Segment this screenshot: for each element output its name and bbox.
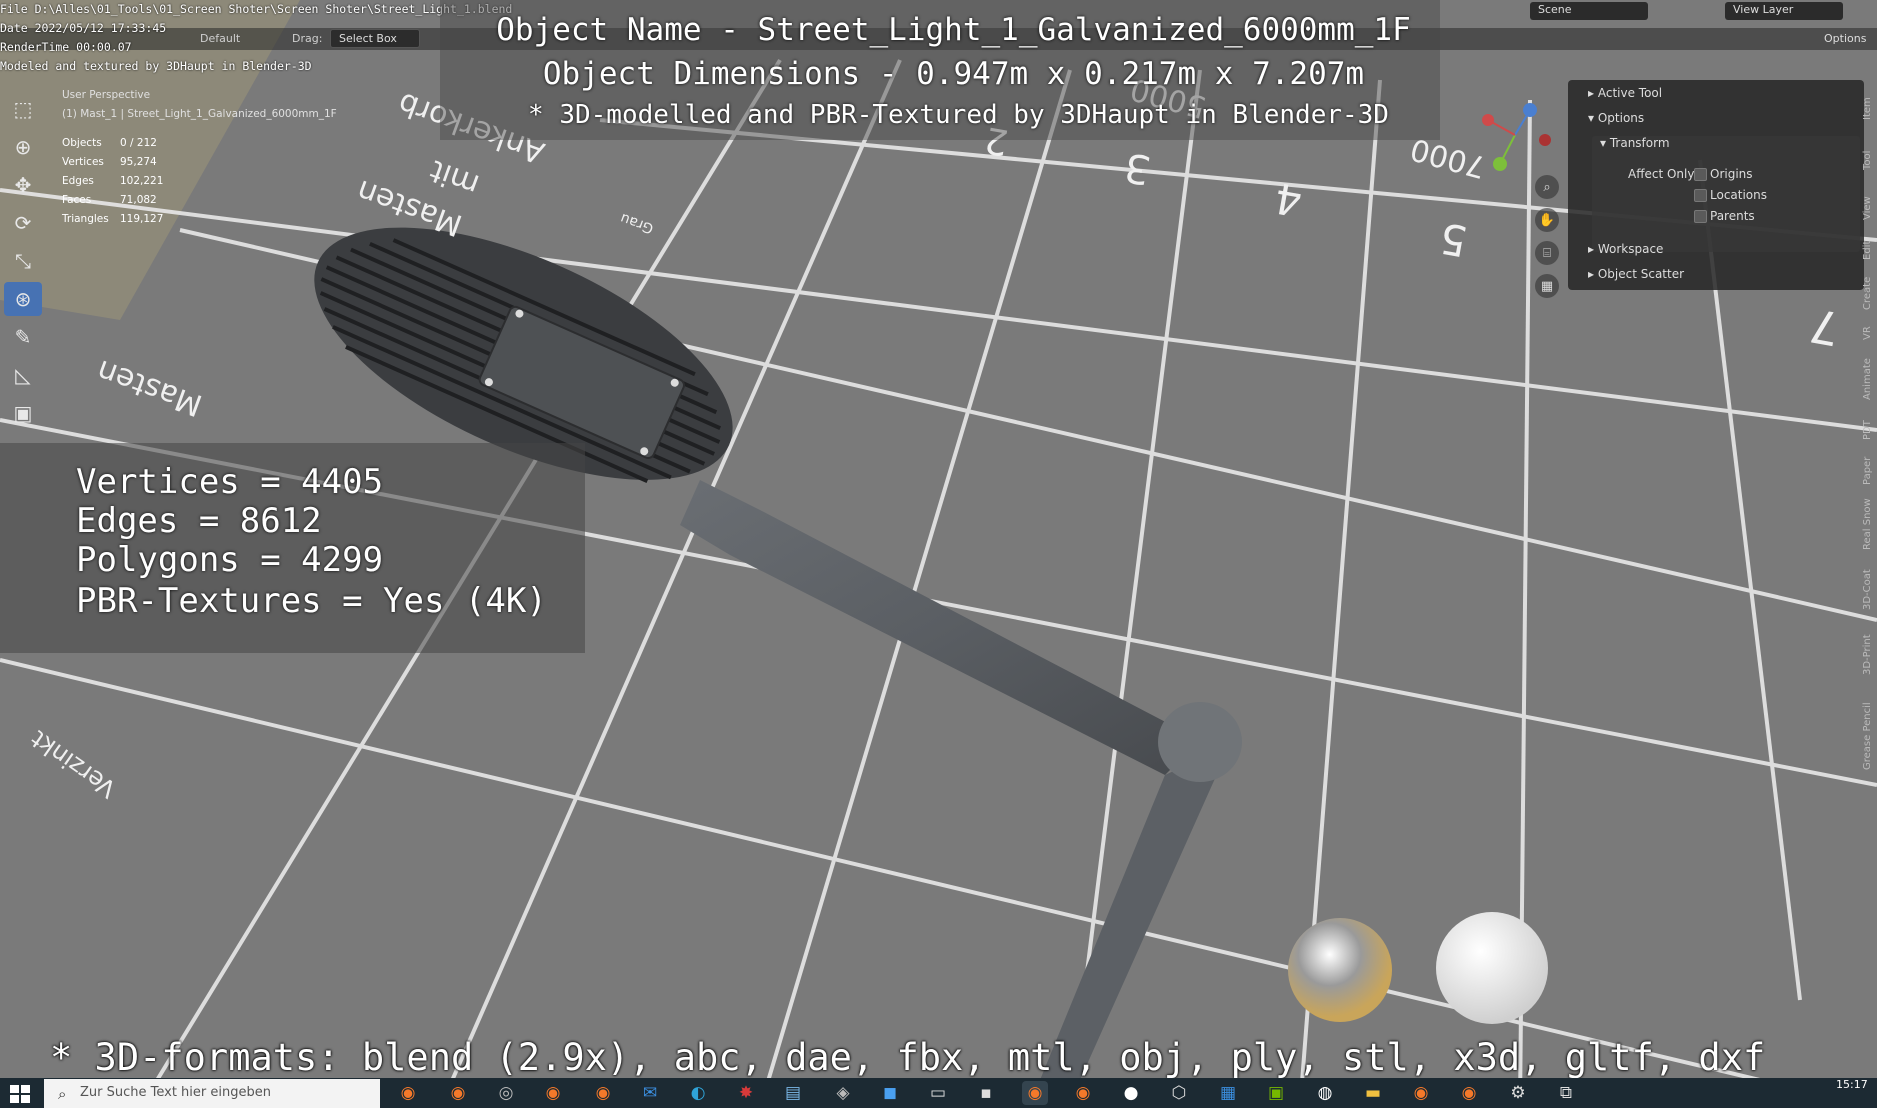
stat-edges: Edges 102,221 — [62, 175, 164, 187]
windows-start-icon[interactable] — [10, 1085, 30, 1103]
stat-faces: Faces 71,082 — [62, 194, 157, 206]
store-icon[interactable]: ◼ — [877, 1081, 903, 1105]
app-icon[interactable]: ◈ — [830, 1081, 856, 1105]
workspace-section[interactable]: ▸ Workspace — [1588, 242, 1663, 256]
steam-icon[interactable]: ◎ — [493, 1081, 519, 1105]
blender-icon[interactable]: ◉ — [1456, 1081, 1482, 1105]
annotate-icon[interactable]: ✎ — [4, 320, 42, 354]
folder-icon[interactable]: ▤ — [780, 1081, 806, 1105]
tab-tool[interactable]: Tool — [1862, 151, 1873, 170]
camera-icon[interactable]: ⌸ — [1535, 241, 1559, 265]
blender-icon[interactable]: ◉ — [540, 1081, 566, 1105]
app-red-icon[interactable]: ✸ — [733, 1081, 759, 1105]
tab-view[interactable]: View — [1862, 196, 1873, 220]
terminal-icon[interactable]: ▭ — [925, 1081, 951, 1105]
measure-icon[interactable]: ◺ — [4, 358, 42, 392]
parents-checkbox[interactable] — [1694, 210, 1707, 223]
scale-icon[interactable]: ⤡ — [4, 244, 42, 278]
parents-label: Parents — [1710, 209, 1755, 223]
affect-only-label: Affect Only — [1628, 167, 1695, 181]
options-section[interactable]: ▾ Options — [1588, 111, 1644, 125]
info-polygons: Polygons = 4299 — [76, 540, 384, 580]
gear-icon[interactable]: ⚙ — [1505, 1081, 1531, 1105]
locations-checkbox[interactable] — [1694, 189, 1707, 202]
info-textures: PBR-Textures = Yes (4K) — [76, 581, 547, 621]
tab-item[interactable]: Item — [1862, 97, 1873, 120]
transform-icon[interactable]: ⊛ — [4, 282, 42, 316]
tab-vr[interactable]: VR — [1862, 326, 1873, 340]
zoom-icon[interactable]: ⌕ — [1535, 175, 1559, 199]
sidebar-tabs: Item Tool View Edit Create VR Animate PD… — [1862, 80, 1877, 800]
search-icon: ⌕ — [58, 1085, 67, 1103]
add-cube-icon[interactable]: ▣ — [4, 396, 42, 430]
transform-section[interactable]: ▾ Transform — [1600, 136, 1670, 150]
tab-real-snow[interactable]: Real Snow — [1862, 498, 1873, 550]
select-cursor-icon[interactable]: ⬚ — [4, 92, 42, 126]
sidebar-tool-panel: ▸ Active Tool ▾ Options ▾ Transform Affe… — [1568, 80, 1864, 290]
scene-statistics: Objects 0 / 212 Vertices 95,274 Edges 102,2… — [62, 137, 163, 232]
toolbar: ⬚ ⊕ ✥ ⟳ ⤡ ⊛ ✎ ◺ ▣ — [4, 92, 44, 434]
pan-hand-icon[interactable]: ✋ — [1535, 208, 1559, 232]
info-edges: Edges = 8612 — [76, 501, 322, 541]
move-icon[interactable]: ✥ — [4, 168, 42, 202]
stat-objects: Objects 0 / 212 — [62, 137, 157, 149]
edge-icon[interactable]: ◐ — [685, 1081, 711, 1105]
tab-create[interactable]: Create — [1862, 277, 1873, 310]
tab-3d-coat[interactable]: 3D-Coat — [1862, 569, 1873, 610]
nvidia-icon[interactable]: ▣ — [1263, 1081, 1289, 1105]
cube-icon[interactable]: ⬡ — [1166, 1081, 1192, 1105]
blender-icon[interactable]: ◉ — [1022, 1081, 1048, 1105]
blender-icon[interactable]: ◉ — [445, 1081, 471, 1105]
blender-icon[interactable]: ◉ — [1070, 1081, 1096, 1105]
active-tool-section[interactable]: ▸ Active Tool — [1588, 86, 1662, 100]
cursor-icon[interactable]: ⊕ — [4, 130, 42, 164]
origins-label: Origins — [1710, 167, 1753, 181]
calendar-icon[interactable]: ▦ — [1215, 1081, 1241, 1105]
panda-icon[interactable]: ● — [1118, 1081, 1144, 1105]
tab-paper[interactable]: Paper — [1862, 457, 1873, 485]
grid-icon[interactable]: ▦ — [1535, 274, 1559, 298]
view-tools: ⌕ ✋ ⌸ ▦ — [1535, 175, 1559, 307]
object-scatter-section[interactable]: ▸ Object Scatter — [1588, 267, 1684, 281]
blender-icon[interactable]: ◉ — [395, 1081, 421, 1105]
stat-triangles: Triangles 119,127 — [62, 213, 164, 225]
tab-edit[interactable]: Edit — [1862, 241, 1873, 260]
collection-label: (1) Mast_1 | Street_Light_1_Galvanized_6… — [62, 108, 337, 120]
app-icon[interactable]: ▪ — [973, 1081, 999, 1105]
origins-checkbox[interactable] — [1694, 168, 1707, 181]
locations-label: Locations — [1710, 188, 1768, 202]
navigation-gizmo[interactable] — [1470, 90, 1560, 180]
blender-icon[interactable]: ◉ — [1408, 1081, 1434, 1105]
info-vertices: Vertices = 4405 — [76, 462, 384, 502]
rotate-icon[interactable]: ⟳ — [4, 206, 42, 240]
blender-icon[interactable]: ◉ — [590, 1081, 616, 1105]
taskbar-search-input[interactable]: Zur Suche Text hier eingeben — [44, 1079, 380, 1108]
tab-3d-print[interactable]: 3D-Print — [1862, 634, 1873, 675]
stat-vertices: Vertices 95,274 — [62, 156, 157, 168]
tab-grease-pencil[interactable]: Grease Pencil — [1862, 702, 1873, 770]
app-icon[interactable]: ⧉ — [1553, 1081, 1579, 1105]
tab-animate[interactable]: Animate — [1862, 358, 1873, 400]
obs-icon[interactable]: ◍ — [1312, 1081, 1338, 1105]
taskbar-clock[interactable]: 15:17 — [1836, 1078, 1868, 1091]
object-name-title: Object Name - Street_Light_1_Galvanized_… — [496, 12, 1411, 48]
mail-icon[interactable]: ✉ — [637, 1081, 663, 1105]
perspective-label: User Perspective — [62, 89, 151, 101]
explorer-icon[interactable]: ▬ — [1360, 1081, 1386, 1105]
formats-line: * 3D-formats: blend (2.9x), abc, dae, fb… — [50, 1036, 1766, 1079]
tab-pdt[interactable]: PDT — [1862, 420, 1873, 440]
